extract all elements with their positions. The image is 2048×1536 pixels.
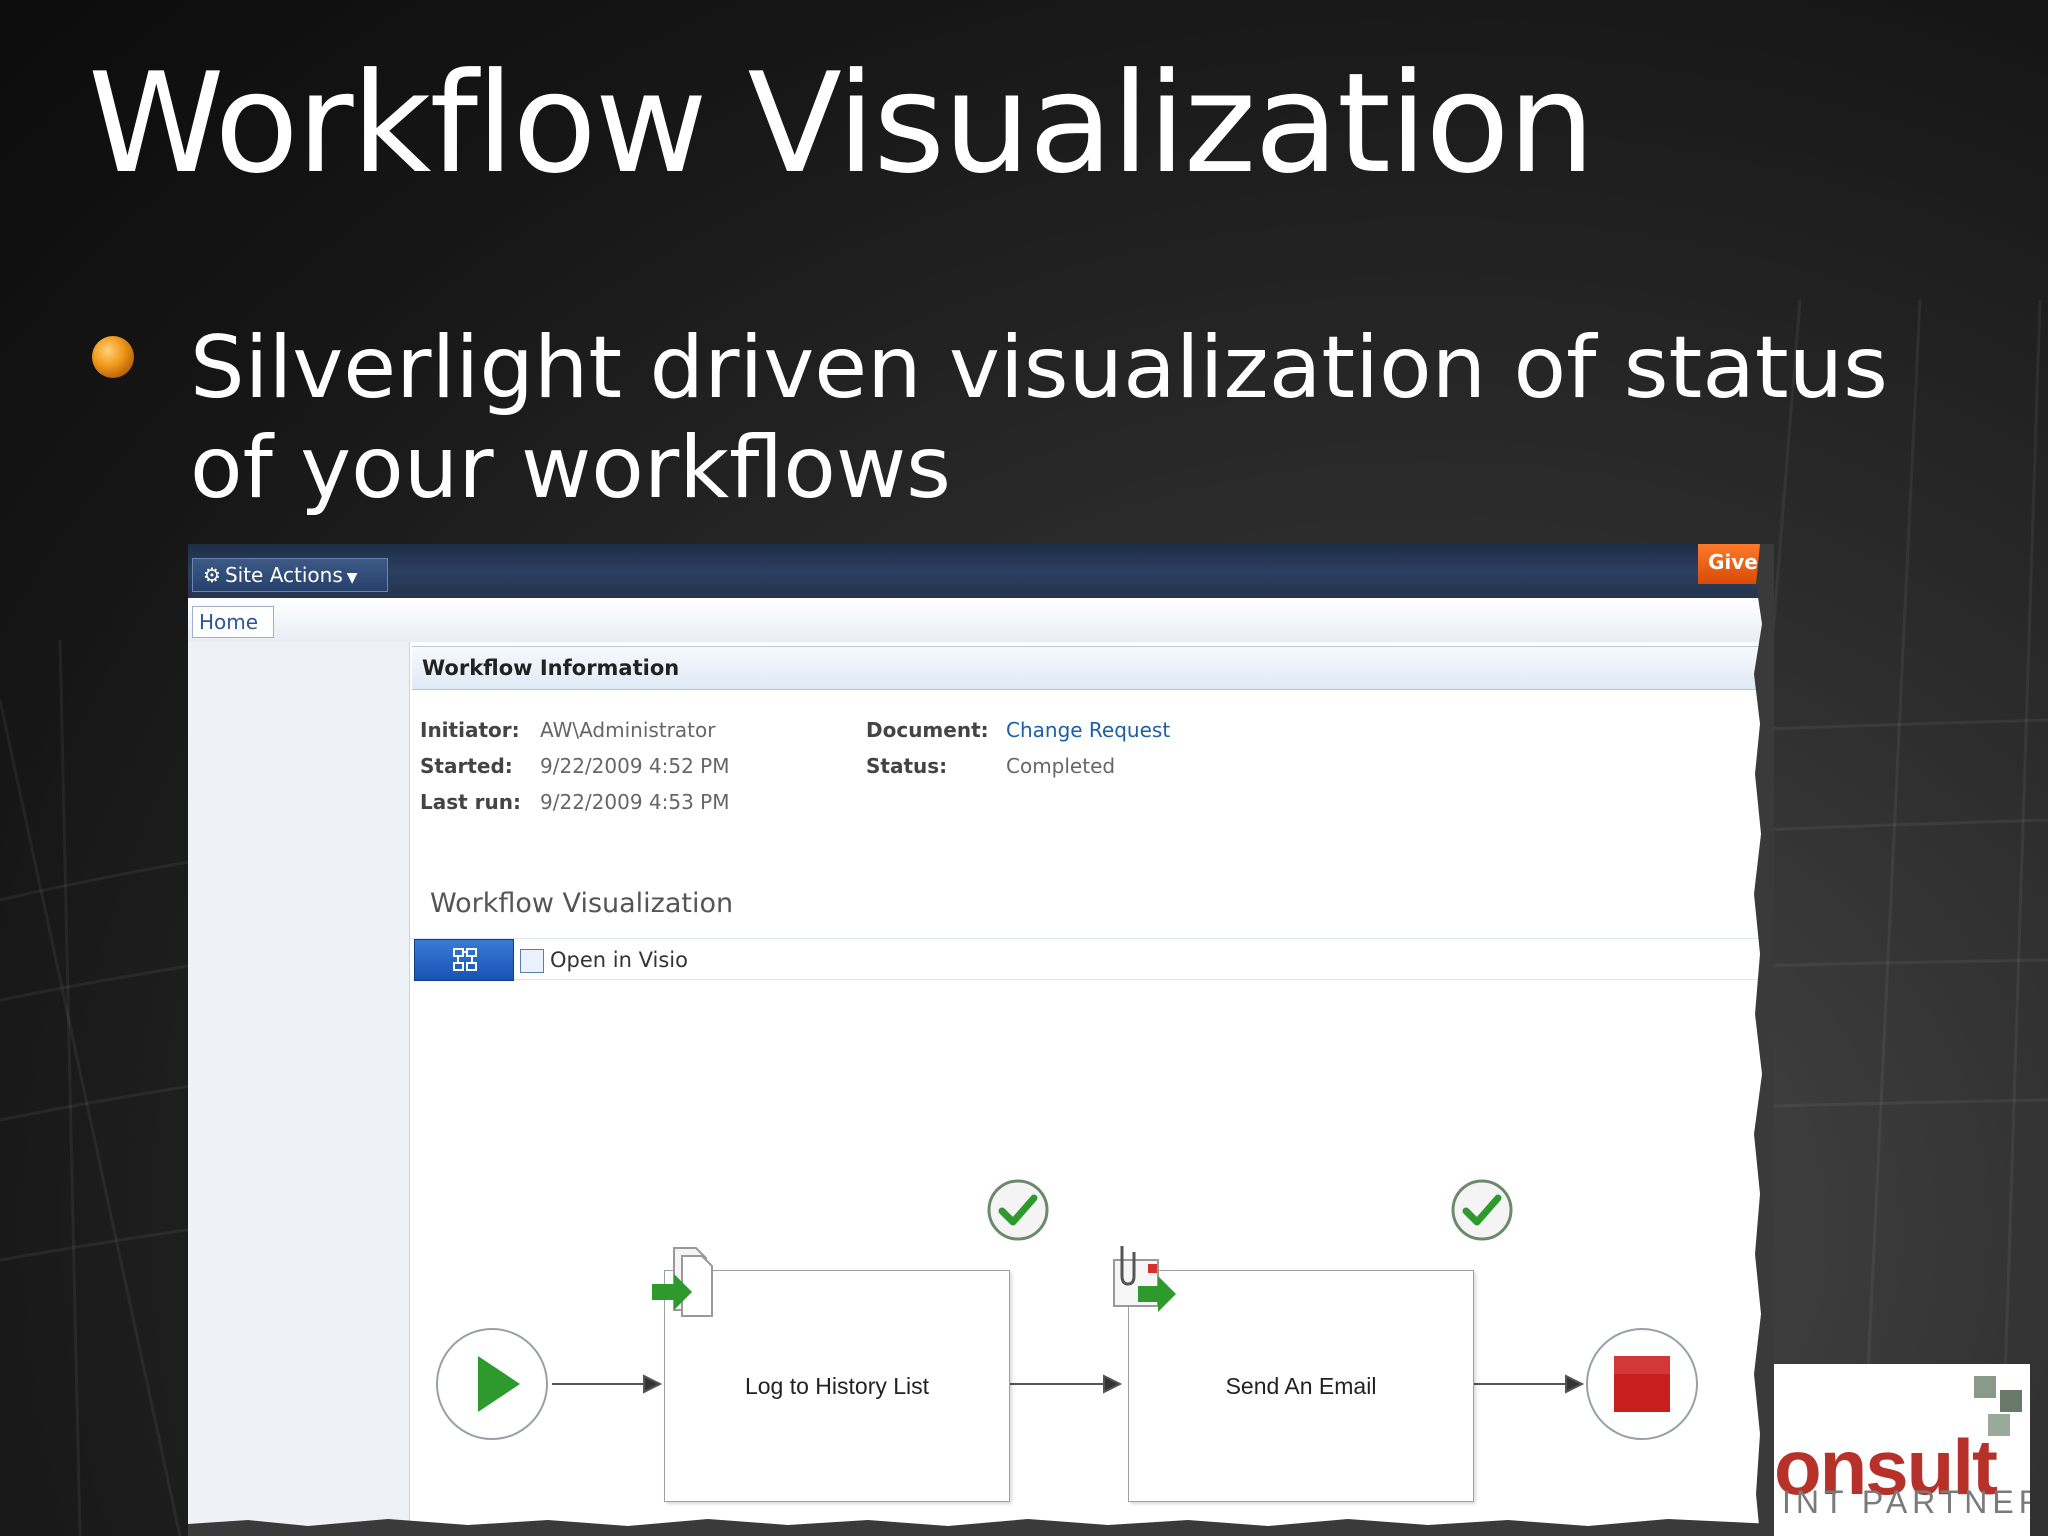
sharepoint-screenshot: ⚙ Site Actions ▼ Give Home Workflow Inform…: [188, 544, 1774, 1536]
bullet-icon: [92, 336, 134, 378]
status-value: Completed: [1006, 754, 1116, 778]
workflow-content: Workflow Information Initiator: AW\Admin…: [412, 642, 1774, 1536]
partner-logo: onsult INT PARTNER: [1774, 1364, 2030, 1536]
info-document: Document: Change Request: [866, 718, 1266, 746]
site-actions-menu[interactable]: ⚙ Site Actions ▼: [192, 558, 388, 592]
document-link[interactable]: Change Request: [1006, 718, 1170, 742]
last-run-label: Last run:: [420, 790, 522, 814]
visualization-toolbar: Open in Visio: [412, 938, 1774, 981]
visio-icon: [520, 949, 544, 973]
chevron-down-icon: ▼: [346, 570, 358, 586]
torn-edge-bottom: [188, 1519, 1774, 1536]
ribbon-top-bar: ⚙ Site Actions ▼ Give: [188, 544, 1774, 598]
diagram-icon: [453, 948, 477, 971]
step-label: Log to History List: [744, 1372, 930, 1399]
check-icon: [987, 1179, 1049, 1241]
breadcrumb: Home: [188, 598, 1774, 642]
status-label: Status:: [866, 754, 948, 778]
home-link[interactable]: Home: [192, 606, 274, 638]
logo-subtitle: INT PARTNER: [1782, 1484, 2030, 1520]
left-navigation: [188, 642, 410, 1536]
site-actions-label: Site Actions: [224, 563, 343, 587]
check-icon: [1451, 1179, 1513, 1241]
info-started: Started: 9/22/2009 4:52 PM: [420, 754, 820, 782]
workflow-diagram: Log to History List Send An Email: [412, 980, 1774, 1536]
info-initiator: Initiator: AW\Administrator: [420, 718, 820, 746]
stop-icon[interactable]: [1584, 1326, 1700, 1442]
bullet-text: Silverlight driven visualization of stat…: [190, 318, 1888, 518]
diagram-connectors: [552, 1374, 1585, 1394]
initiator-value: AW\Administrator: [540, 718, 716, 742]
document-label: Document:: [866, 718, 989, 742]
initiator-label: Initiator:: [420, 718, 520, 742]
step-label: Send An Email: [1225, 1372, 1377, 1399]
started-value: 9/22/2009 4:52 PM: [540, 754, 730, 778]
torn-edge-right: [1750, 544, 1774, 1536]
gear-icon: ⚙: [203, 563, 221, 587]
open-in-visio-label: Open in Visio: [550, 948, 688, 972]
log-history-icon: [652, 1247, 713, 1317]
info-last-run: Last run: 9/22/2009 4:53 PM: [420, 790, 820, 818]
panel-title: Workflow Information: [412, 646, 1774, 690]
open-in-visio-button[interactable]: Open in Visio: [520, 939, 688, 981]
email-icon: [1113, 1246, 1176, 1312]
last-run-value: 9/22/2009 4:53 PM: [540, 790, 730, 814]
visualization-title: Workflow Visualization: [430, 888, 734, 919]
started-label: Started:: [420, 754, 513, 778]
slide-title: Workflow Visualization: [88, 43, 1595, 204]
info-status: Status: Completed: [866, 754, 1266, 782]
diagram-view-button[interactable]: [414, 939, 514, 981]
start-icon[interactable]: [434, 1326, 550, 1442]
